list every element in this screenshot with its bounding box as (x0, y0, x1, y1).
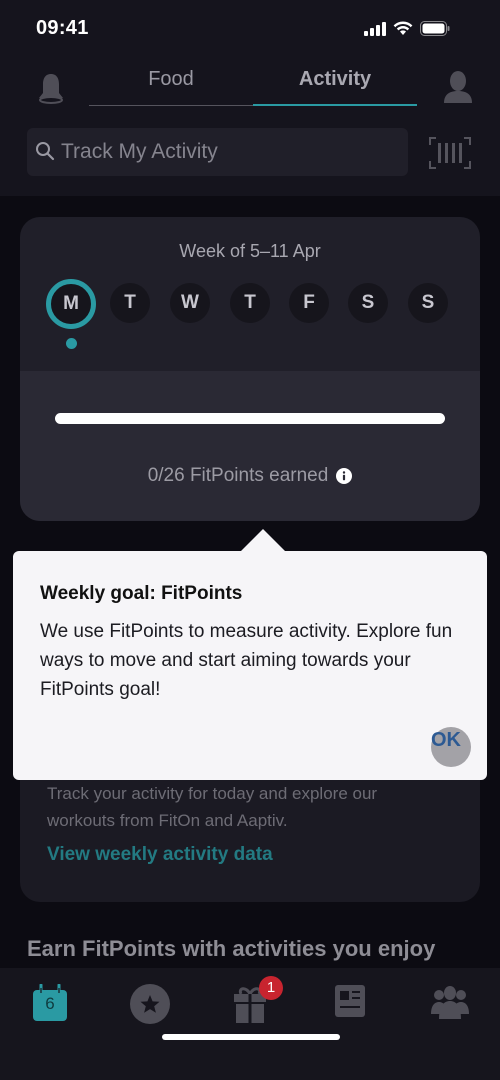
progress-section (20, 371, 480, 521)
day-wednesday[interactable]: W (170, 283, 210, 323)
info-icon[interactable] (336, 467, 353, 484)
day-saturday[interactable]: S (348, 283, 388, 323)
ok-button-label[interactable]: OK (431, 729, 461, 752)
search-input[interactable]: Track My Activity (27, 128, 408, 176)
status-icons (364, 21, 450, 36)
day-friday[interactable]: F (289, 283, 329, 323)
signal-icon (364, 21, 386, 36)
search-icon (36, 142, 55, 161)
news-icon (335, 985, 365, 1017)
fitpoints-progress-bar (55, 413, 445, 424)
day-sunday[interactable]: S (408, 283, 448, 323)
section-title: Earn FitPoints with activities you enjoy (27, 936, 436, 961)
nav-articles[interactable] (334, 984, 374, 1024)
activity-description: Track your activity for today and explor… (47, 784, 378, 830)
top-tabs: Food Activity (89, 60, 417, 106)
nav-community[interactable] (430, 984, 470, 1024)
day-thursday[interactable]: T (230, 283, 270, 323)
tab-activity-underline (253, 104, 417, 106)
weekly-goal-card: Week of 5–11 Apr M T W T F S S 0/26 FitP… (20, 217, 480, 521)
status-time: 09:41 (36, 17, 89, 39)
battery-icon (420, 21, 450, 36)
nav-calendar[interactable]: 6 (32, 983, 72, 1024)
tooltip-arrow (241, 529, 285, 551)
fitpoints-earned-text: 0/26 FitPoints earned (147, 465, 329, 486)
tab-activity[interactable]: Activity (253, 60, 417, 106)
fitpoints-tooltip: Weekly goal: FitPoints We use FitPoints … (13, 529, 487, 780)
status-bar: 09:41 (0, 0, 500, 60)
day-selector: M T W T F S S (46, 279, 456, 363)
barcode-scanner-icon[interactable] (429, 137, 471, 169)
tooltip-title: Weekly goal: FitPoints (40, 583, 243, 604)
rewards-badge: 1 (259, 976, 283, 1000)
bottom-nav: 6 1 (0, 968, 500, 1080)
calendar-day: 6 (45, 994, 55, 1013)
tab-food[interactable]: Food (89, 60, 253, 106)
view-weekly-activity-link[interactable]: View weekly activity data (47, 844, 273, 866)
tab-food-underline (89, 105, 253, 106)
wifi-icon (393, 21, 413, 35)
selected-day-indicator (66, 338, 77, 349)
notification-bell-icon[interactable] (36, 72, 66, 104)
home-indicator (162, 1034, 340, 1040)
app-header: 09:41 Food Activity Track My Activity (0, 0, 500, 196)
tab-activity-label: Activity (298, 68, 372, 90)
tooltip-body: We use FitPoints to measure activity. Ex… (40, 621, 453, 700)
day-monday[interactable]: M (46, 279, 96, 329)
week-label: Week of 5–11 Apr (179, 241, 321, 261)
tab-food-label: Food (148, 68, 194, 90)
community-icon (431, 986, 469, 1019)
search-placeholder: Track My Activity (61, 140, 218, 163)
fitpoints-earned: 0/26 FitPoints earned (20, 465, 480, 487)
day-tuesday[interactable]: T (110, 283, 150, 323)
star-icon (130, 984, 170, 1024)
profile-icon[interactable] (442, 70, 474, 104)
nav-favorites[interactable] (130, 984, 170, 1024)
